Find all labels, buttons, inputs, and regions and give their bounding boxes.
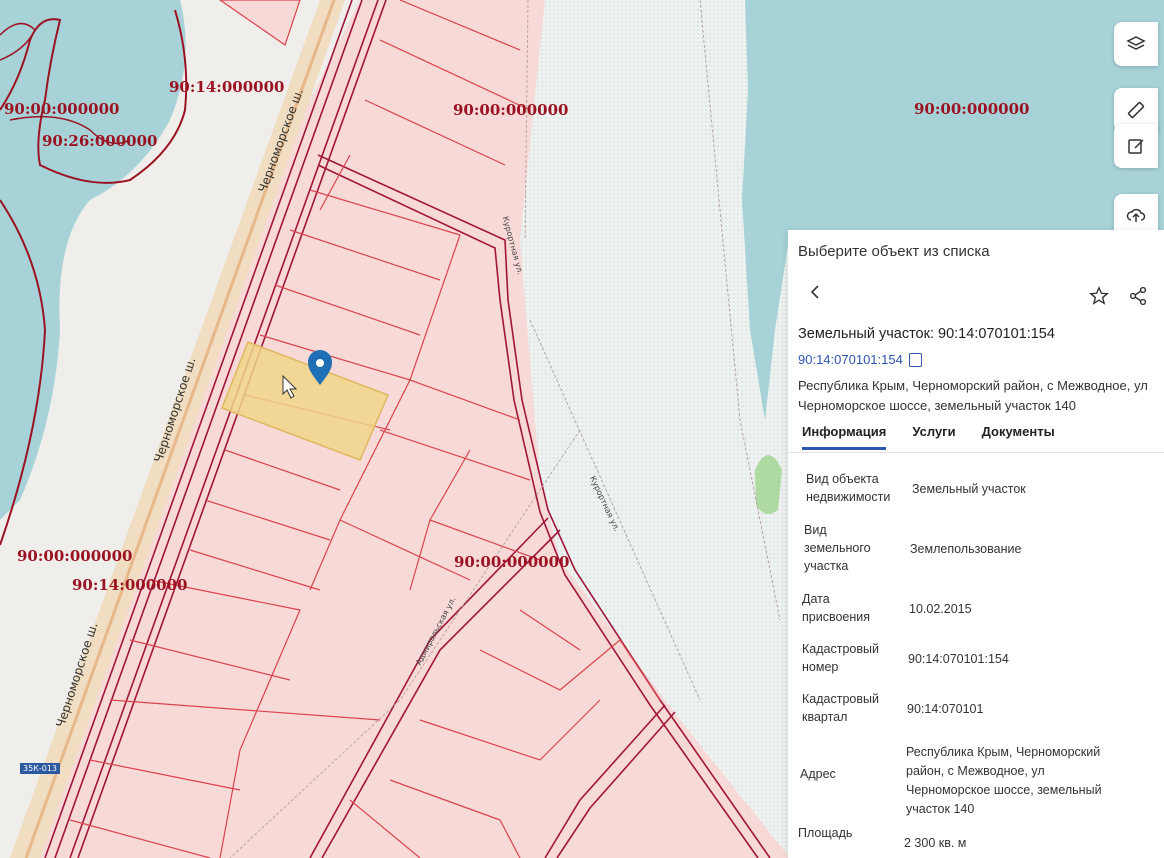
zone-label: 90:00:000000	[454, 553, 570, 571]
info-key: Вид земельного участка	[804, 523, 871, 573]
info-value: 10.02.2015	[909, 602, 972, 616]
back-arrow-icon[interactable]	[808, 284, 824, 300]
zone-label: 90:26:000000	[42, 132, 158, 150]
info-value: 2 300 кв. м	[904, 836, 967, 850]
zone-label: 90:00:000000	[453, 101, 569, 119]
road-badge: 35К-013	[20, 763, 61, 774]
cad-number-link[interactable]: 90:14:070101:154	[798, 352, 922, 367]
info-value: 90:14:070101:154	[908, 652, 1009, 666]
panel-header: Выберите объект из списка	[798, 243, 990, 260]
ruler-icon	[1127, 101, 1145, 119]
cad-number-text[interactable]: 90:14:070101:154	[798, 352, 903, 367]
zone-label: 90:00:000000	[17, 547, 133, 565]
tab-info[interactable]: Информация	[802, 424, 887, 450]
info-key: Кадастровый номер	[802, 642, 879, 674]
info-key: Кадастровый квартал	[802, 692, 879, 724]
info-value: Республика Крым, Черноморский район, с М…	[906, 745, 1102, 816]
info-key: Дата присвоения	[802, 592, 871, 624]
draw-button[interactable]	[1114, 124, 1158, 168]
info-key: Адрес	[800, 767, 836, 781]
edit-icon	[1128, 139, 1144, 154]
zone-label: 90:14:000000	[169, 78, 285, 96]
object-title: Земельный участок: 90:14:070101:154	[798, 326, 1055, 342]
info-key: Площадь	[798, 826, 853, 840]
layers-button[interactable]	[1114, 22, 1158, 66]
info-panel: Выберите объект из списка Земельный учас…	[788, 230, 1164, 858]
zone-label: 90:14:000000	[72, 576, 188, 594]
info-value: Землепользование	[910, 542, 1022, 556]
share-icon[interactable]	[1128, 286, 1148, 306]
favorite-star-icon[interactable]	[1088, 285, 1110, 307]
object-address: Республика Крым, Черноморский район, с М…	[798, 378, 1148, 413]
layers-icon	[1126, 36, 1146, 50]
info-value: 90:14:070101	[907, 702, 984, 716]
zone-label: 90:00:000000	[914, 100, 1030, 118]
info-key: Вид объекта недвижимости	[806, 472, 891, 504]
copy-icon[interactable]	[908, 352, 922, 367]
tab-services[interactable]: Услуги	[912, 424, 955, 450]
zone-label: 90:00:000000	[4, 100, 120, 118]
tab-documents[interactable]: Документы	[982, 424, 1055, 450]
info-value: Земельный участок	[912, 482, 1026, 496]
tab-divider	[788, 452, 1164, 453]
upload-icon	[1126, 208, 1146, 222]
panel-tabs: Информация Услуги Документы	[802, 424, 1055, 450]
